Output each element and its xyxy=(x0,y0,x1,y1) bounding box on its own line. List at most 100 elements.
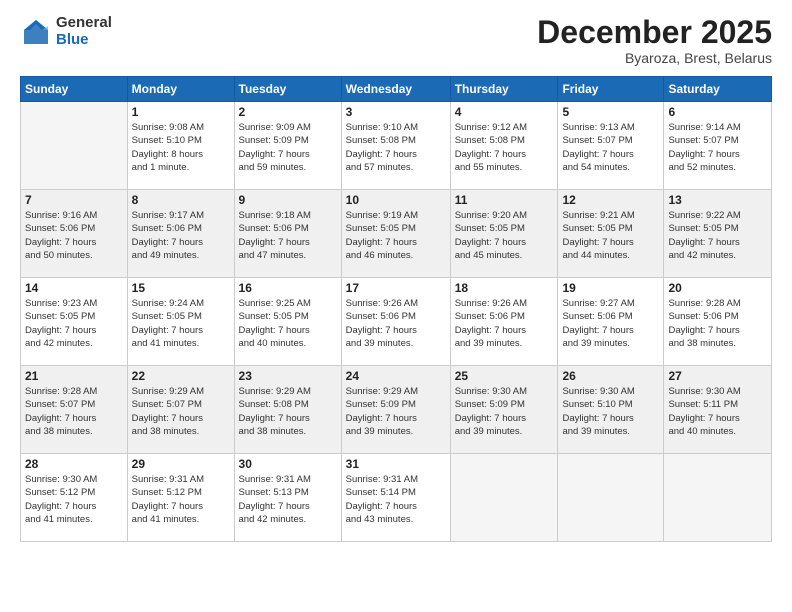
day-number: 28 xyxy=(25,457,123,471)
day-number: 23 xyxy=(239,369,337,383)
day-number: 25 xyxy=(455,369,554,383)
title-block: December 2025 Byaroza, Brest, Belarus xyxy=(537,15,772,66)
table-row xyxy=(664,454,772,542)
header-tuesday: Tuesday xyxy=(234,77,341,102)
header: General Blue December 2025 Byaroza, Bres… xyxy=(20,15,772,66)
day-info: Sunrise: 9:22 AMSunset: 5:05 PMDaylight:… xyxy=(668,209,767,262)
day-info: Sunrise: 9:24 AMSunset: 5:05 PMDaylight:… xyxy=(132,297,230,350)
day-number: 21 xyxy=(25,369,123,383)
day-info: Sunrise: 9:28 AMSunset: 5:06 PMDaylight:… xyxy=(668,297,767,350)
calendar-week-row: 28 Sunrise: 9:30 AMSunset: 5:12 PMDayligh… xyxy=(21,454,772,542)
table-row: 25 Sunrise: 9:30 AMSunset: 5:09 PMDayligh… xyxy=(450,366,558,454)
day-number: 12 xyxy=(562,193,659,207)
logo-icon xyxy=(20,16,52,48)
day-number: 30 xyxy=(239,457,337,471)
table-row: 6 Sunrise: 9:14 AMSunset: 5:07 PMDaylight… xyxy=(664,102,772,190)
table-row: 22 Sunrise: 9:29 AMSunset: 5:07 PMDayligh… xyxy=(127,366,234,454)
table-row: 17 Sunrise: 9:26 AMSunset: 5:06 PMDayligh… xyxy=(341,278,450,366)
day-number: 1 xyxy=(132,105,230,119)
day-number: 17 xyxy=(346,281,446,295)
day-number: 29 xyxy=(132,457,230,471)
day-info: Sunrise: 9:29 AMSunset: 5:09 PMDaylight:… xyxy=(346,385,446,438)
header-sunday: Sunday xyxy=(21,77,128,102)
day-info: Sunrise: 9:25 AMSunset: 5:05 PMDaylight:… xyxy=(239,297,337,350)
day-number: 9 xyxy=(239,193,337,207)
day-info: Sunrise: 9:30 AMSunset: 5:11 PMDaylight:… xyxy=(668,385,767,438)
table-row: 3Sunrise: 9:10 AMSunset: 5:08 PMDaylight… xyxy=(341,102,450,190)
table-row: 4Sunrise: 9:12 AMSunset: 5:08 PMDaylight… xyxy=(450,102,558,190)
logo-blue-text: Blue xyxy=(56,32,112,49)
day-number: 8 xyxy=(132,193,230,207)
day-info: Sunrise: 9:26 AMSunset: 5:06 PMDaylight:… xyxy=(346,297,446,350)
day-info: Sunrise: 9:21 AMSunset: 5:05 PMDaylight:… xyxy=(562,209,659,262)
table-row: 9Sunrise: 9:18 AMSunset: 5:06 PMDaylight… xyxy=(234,190,341,278)
day-number: 11 xyxy=(455,193,554,207)
day-number: 6 xyxy=(668,105,767,119)
table-row: 14 Sunrise: 9:23 AMSunset: 5:05 PMDayligh… xyxy=(21,278,128,366)
table-row: 30 Sunrise: 9:31 AMSunset: 5:13 PMDayligh… xyxy=(234,454,341,542)
day-info: Sunrise: 9:09 AMSunset: 5:09 PMDaylight:… xyxy=(239,121,337,174)
calendar-header-row: Sunday Monday Tuesday Wednesday Thursday… xyxy=(21,77,772,102)
logo: General Blue xyxy=(20,15,112,48)
day-info: Sunrise: 9:16 AMSunset: 5:06 PMDaylight:… xyxy=(25,209,123,262)
day-info: Sunrise: 9:14 AMSunset: 5:07 PMDaylight:… xyxy=(668,121,767,174)
table-row: 19Sunrise: 9:27 AMSunset: 5:06 PMDayligh… xyxy=(558,278,664,366)
table-row: 31 Sunrise: 9:31 AMSunset: 5:14 PMDayligh… xyxy=(341,454,450,542)
calendar-week-row: 14 Sunrise: 9:23 AMSunset: 5:05 PMDayligh… xyxy=(21,278,772,366)
day-number: 31 xyxy=(346,457,446,471)
table-row: 20 Sunrise: 9:28 AMSunset: 5:06 PMDayligh… xyxy=(664,278,772,366)
month-title: December 2025 xyxy=(537,15,772,50)
day-number: 16 xyxy=(239,281,337,295)
day-number: 10 xyxy=(346,193,446,207)
day-number: 24 xyxy=(346,369,446,383)
table-row xyxy=(558,454,664,542)
day-number: 22 xyxy=(132,369,230,383)
table-row: 11 Sunrise: 9:20 AMSunset: 5:05 PMDayligh… xyxy=(450,190,558,278)
table-row: 24 Sunrise: 9:29 AMSunset: 5:09 PMDayligh… xyxy=(341,366,450,454)
day-info: Sunrise: 9:19 AMSunset: 5:05 PMDaylight:… xyxy=(346,209,446,262)
table-row: 23 Sunrise: 9:29 AMSunset: 5:08 PMDayligh… xyxy=(234,366,341,454)
day-number: 4 xyxy=(455,105,554,119)
day-info: Sunrise: 9:28 AMSunset: 5:07 PMDaylight:… xyxy=(25,385,123,438)
day-info: Sunrise: 9:31 AMSunset: 5:13 PMDaylight:… xyxy=(239,473,337,526)
day-number: 19 xyxy=(562,281,659,295)
header-monday: Monday xyxy=(127,77,234,102)
table-row: 18Sunrise: 9:26 AMSunset: 5:06 PMDayligh… xyxy=(450,278,558,366)
day-info: Sunrise: 9:23 AMSunset: 5:05 PMDaylight:… xyxy=(25,297,123,350)
table-row: 16 Sunrise: 9:25 AMSunset: 5:05 PMDayligh… xyxy=(234,278,341,366)
day-info: Sunrise: 9:30 AMSunset: 5:09 PMDaylight:… xyxy=(455,385,554,438)
day-info: Sunrise: 9:31 AMSunset: 5:14 PMDaylight:… xyxy=(346,473,446,526)
table-row: 2 Sunrise: 9:09 AMSunset: 5:09 PMDaylight… xyxy=(234,102,341,190)
header-thursday: Thursday xyxy=(450,77,558,102)
day-number: 2 xyxy=(239,105,337,119)
day-info: Sunrise: 9:30 AMSunset: 5:12 PMDaylight:… xyxy=(25,473,123,526)
table-row: 29 Sunrise: 9:31 AMSunset: 5:12 PMDayligh… xyxy=(127,454,234,542)
table-row: 13Sunrise: 9:22 AMSunset: 5:05 PMDayligh… xyxy=(664,190,772,278)
table-row: 5 Sunrise: 9:13 AMSunset: 5:07 PMDaylight… xyxy=(558,102,664,190)
day-number: 5 xyxy=(562,105,659,119)
table-row: 28 Sunrise: 9:30 AMSunset: 5:12 PMDayligh… xyxy=(21,454,128,542)
calendar-week-row: 7Sunrise: 9:16 AMSunset: 5:06 PMDaylight… xyxy=(21,190,772,278)
table-row xyxy=(450,454,558,542)
logo-text: General Blue xyxy=(56,15,112,48)
day-info: Sunrise: 9:20 AMSunset: 5:05 PMDaylight:… xyxy=(455,209,554,262)
calendar-table: Sunday Monday Tuesday Wednesday Thursday… xyxy=(20,76,772,542)
day-info: Sunrise: 9:26 AMSunset: 5:06 PMDaylight:… xyxy=(455,297,554,350)
table-row: 1 Sunrise: 9:08 AMSunset: 5:10 PMDaylight… xyxy=(127,102,234,190)
day-info: Sunrise: 9:30 AMSunset: 5:10 PMDaylight:… xyxy=(562,385,659,438)
day-number: 26 xyxy=(562,369,659,383)
day-info: Sunrise: 9:08 AMSunset: 5:10 PMDaylight:… xyxy=(132,121,230,174)
header-friday: Friday xyxy=(558,77,664,102)
table-row: 8Sunrise: 9:17 AMSunset: 5:06 PMDaylight… xyxy=(127,190,234,278)
day-number: 20 xyxy=(668,281,767,295)
header-wednesday: Wednesday xyxy=(341,77,450,102)
day-number: 27 xyxy=(668,369,767,383)
header-saturday: Saturday xyxy=(664,77,772,102)
table-row: 7Sunrise: 9:16 AMSunset: 5:06 PMDaylight… xyxy=(21,190,128,278)
day-info: Sunrise: 9:31 AMSunset: 5:12 PMDaylight:… xyxy=(132,473,230,526)
day-info: Sunrise: 9:13 AMSunset: 5:07 PMDaylight:… xyxy=(562,121,659,174)
day-number: 14 xyxy=(25,281,123,295)
day-info: Sunrise: 9:29 AMSunset: 5:07 PMDaylight:… xyxy=(132,385,230,438)
table-row xyxy=(21,102,128,190)
day-info: Sunrise: 9:29 AMSunset: 5:08 PMDaylight:… xyxy=(239,385,337,438)
